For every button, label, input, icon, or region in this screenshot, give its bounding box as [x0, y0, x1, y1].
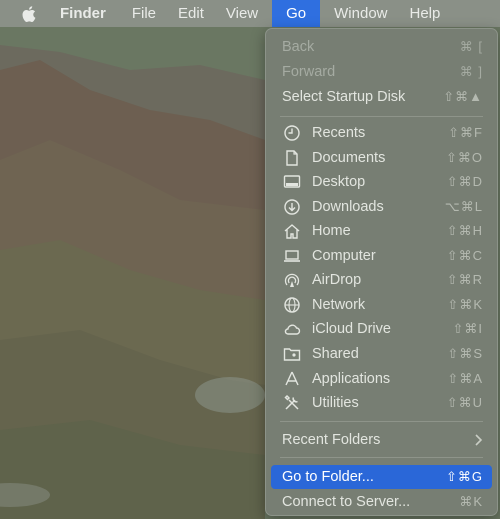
menu-separator	[280, 116, 483, 117]
menu-item-home[interactable]: Home ⇧⌘H	[266, 219, 497, 243]
recents-label: Recents	[312, 125, 366, 141]
laptop-icon	[284, 250, 300, 262]
recents-shortcut: ⇧⌘F	[448, 125, 483, 140]
startup-disk-shortcut: ⇧⌘▲	[443, 89, 483, 104]
menu-item-desktop[interactable]: Desktop ⇧⌘D	[266, 170, 497, 194]
menu-item-icloud-drive[interactable]: iCloud Drive ⇧⌘I	[266, 317, 497, 341]
shared-label: Shared	[312, 346, 359, 362]
desktop-label: Desktop	[312, 174, 366, 190]
chevron-right-icon	[475, 434, 483, 446]
document-icon	[286, 150, 298, 166]
desktop-shortcut: ⇧⌘D	[446, 174, 483, 189]
go-to-folder-shortcut: ⇧⌘G	[445, 469, 483, 484]
clock-icon	[284, 125, 300, 141]
download-icon	[284, 199, 300, 215]
menu-finder[interactable]: Finder	[60, 0, 117, 27]
shared-folder-icon	[283, 348, 301, 361]
menu-item-recents[interactable]: Recents ⇧⌘F	[266, 121, 497, 145]
menu-item-applications[interactable]: Applications ⇧⌘A	[266, 367, 497, 391]
cloud-icon	[284, 324, 301, 335]
menu-bar: Finder File Edit View Go Window Help	[0, 0, 500, 27]
forward-label: Forward	[282, 64, 336, 80]
computer-label: Computer	[312, 248, 376, 264]
tools-icon	[284, 394, 299, 410]
menu-item-connect-to-server[interactable]: Connect to Server... ⌘K	[266, 490, 497, 514]
desktop-icon	[283, 175, 301, 188]
menu-item-computer[interactable]: Computer ⇧⌘C	[266, 244, 497, 268]
menu-edit[interactable]: Edit	[167, 0, 215, 27]
icloud-label: iCloud Drive	[312, 321, 391, 337]
menu-separator	[280, 457, 483, 458]
apple-logo-icon[interactable]	[22, 5, 38, 23]
menu-go[interactable]: Go	[272, 0, 321, 27]
back-shortcut: ⌘ [	[459, 39, 483, 54]
menu-item-shared[interactable]: Shared ⇧⌘S	[266, 342, 497, 366]
downloads-label: Downloads	[312, 199, 384, 215]
airdrop-icon	[284, 273, 300, 287]
connect-server-shortcut: ⌘K	[459, 494, 483, 509]
menu-separator	[280, 421, 483, 422]
back-label: Back	[282, 39, 315, 55]
menu-item-select-startup-disk[interactable]: Select Startup Disk ⇧⌘▲	[266, 85, 497, 109]
applications-shortcut: ⇧⌘A	[447, 371, 483, 386]
icloud-shortcut: ⇧⌘I	[452, 321, 483, 336]
menu-item-forward[interactable]: Forward ⌘ ]	[266, 60, 497, 84]
documents-shortcut: ⇧⌘O	[445, 150, 483, 165]
menu-item-recent-folders[interactable]: Recent Folders	[266, 428, 497, 452]
menu-file[interactable]: File	[121, 0, 167, 27]
menu-item-go-to-folder[interactable]: Go to Folder... ⇧⌘G	[271, 465, 492, 489]
airdrop-label: AirDrop	[312, 272, 362, 288]
recent-folders-label: Recent Folders	[282, 432, 381, 448]
menu-help[interactable]: Help	[399, 0, 452, 27]
go-to-folder-label: Go to Folder...	[282, 469, 374, 485]
applications-icon	[285, 371, 299, 386]
documents-label: Documents	[312, 150, 386, 166]
utilities-shortcut: ⇧⌘U	[446, 395, 483, 410]
home-shortcut: ⇧⌘H	[446, 223, 483, 238]
computer-shortcut: ⇧⌘C	[446, 248, 483, 263]
menu-item-documents[interactable]: Documents ⇧⌘O	[266, 146, 497, 170]
downloads-shortcut: ⌥⌘L	[444, 199, 483, 214]
home-label: Home	[312, 223, 351, 239]
network-shortcut: ⇧⌘K	[447, 297, 483, 312]
menu-item-airdrop[interactable]: AirDrop ⇧⌘R	[266, 268, 497, 292]
globe-icon	[284, 297, 300, 313]
menu-window[interactable]: Window	[323, 0, 398, 27]
menu-item-downloads[interactable]: Downloads ⌥⌘L	[266, 195, 497, 219]
utilities-label: Utilities	[312, 395, 359, 411]
startup-disk-label: Select Startup Disk	[282, 89, 406, 105]
shared-shortcut: ⇧⌘S	[447, 346, 483, 361]
home-icon	[284, 224, 300, 239]
connect-server-label: Connect to Server...	[282, 494, 411, 510]
menu-item-utilities[interactable]: Utilities ⇧⌘U	[266, 391, 497, 415]
menu-item-back[interactable]: Back ⌘ [	[266, 35, 497, 59]
menu-item-network[interactable]: Network ⇧⌘K	[266, 293, 497, 317]
applications-label: Applications	[312, 371, 391, 387]
go-menu-dropdown: Back ⌘ [ Forward ⌘ ] Select Startup Disk…	[265, 28, 498, 516]
menu-view[interactable]: View	[215, 0, 269, 27]
network-label: Network	[312, 297, 366, 313]
airdrop-shortcut: ⇧⌘R	[446, 272, 483, 287]
forward-shortcut: ⌘ ]	[459, 64, 483, 79]
